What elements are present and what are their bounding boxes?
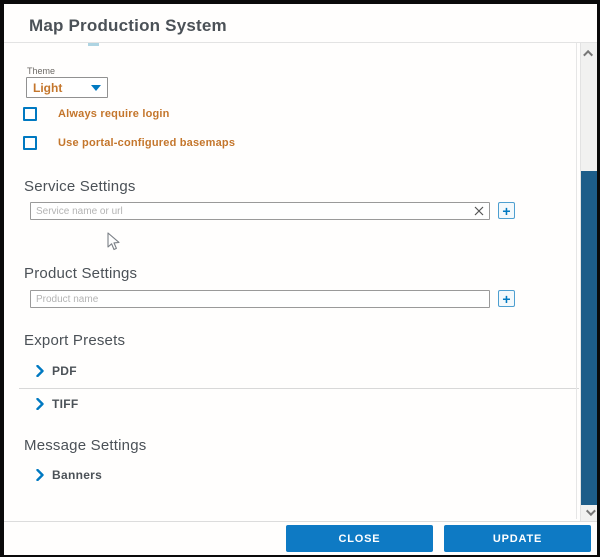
chevron-up-icon: [583, 49, 593, 59]
scrolled-content-fragment: [88, 43, 99, 46]
plus-icon: +: [502, 292, 510, 306]
scrollbar-down-button[interactable]: [582, 505, 596, 519]
service-settings-heading: Service Settings: [24, 178, 136, 195]
theme-selected-value: Light: [33, 81, 91, 95]
preset-divider: [19, 388, 579, 389]
theme-select[interactable]: Light: [26, 77, 108, 98]
update-button[interactable]: UPDATE: [444, 525, 591, 552]
chevron-right-icon: [36, 365, 44, 377]
expander-label: PDF: [52, 364, 77, 378]
add-product-button[interactable]: +: [498, 290, 515, 307]
checkbox-label: Use portal-configured basemaps: [58, 137, 235, 149]
scrollbar-thumb[interactable]: [581, 171, 597, 505]
chevron-down-icon: [585, 506, 595, 516]
product-settings-heading: Product Settings: [24, 265, 137, 282]
content-border: [576, 43, 577, 519]
footer-divider: [4, 521, 600, 522]
service-name-input[interactable]: [30, 202, 490, 220]
product-name-input[interactable]: [30, 290, 490, 308]
close-button[interactable]: CLOSE: [286, 525, 433, 552]
expander-tiff[interactable]: TIFF: [36, 397, 79, 411]
add-service-button[interactable]: +: [498, 202, 515, 219]
checkbox-always-require-login[interactable]: [23, 107, 37, 121]
expander-banners[interactable]: Banners: [36, 468, 102, 482]
expander-label: TIFF: [52, 397, 79, 411]
chevron-right-icon: [36, 469, 44, 481]
expander-label: Banners: [52, 468, 102, 482]
chevron-down-icon: [91, 85, 101, 91]
checkbox-portal-basemaps[interactable]: [23, 136, 37, 150]
export-presets-heading: Export Presets: [24, 332, 125, 349]
chevron-right-icon: [36, 398, 44, 410]
scrollbar-up-button[interactable]: [582, 46, 596, 60]
message-settings-heading: Message Settings: [24, 437, 146, 454]
page-title: Map Production System: [29, 16, 227, 36]
checkbox-label: Always require login: [58, 108, 170, 120]
mouse-cursor: [107, 232, 120, 256]
expander-pdf[interactable]: PDF: [36, 364, 77, 378]
plus-icon: +: [502, 204, 510, 218]
option-row-always-require-login: Always require login: [23, 107, 170, 121]
map-production-system-dialog: Map Production System Theme Light Always…: [0, 0, 600, 557]
option-row-portal-basemaps: Use portal-configured basemaps: [23, 136, 235, 150]
clear-icon[interactable]: [472, 204, 486, 218]
theme-label: Theme: [27, 66, 55, 76]
